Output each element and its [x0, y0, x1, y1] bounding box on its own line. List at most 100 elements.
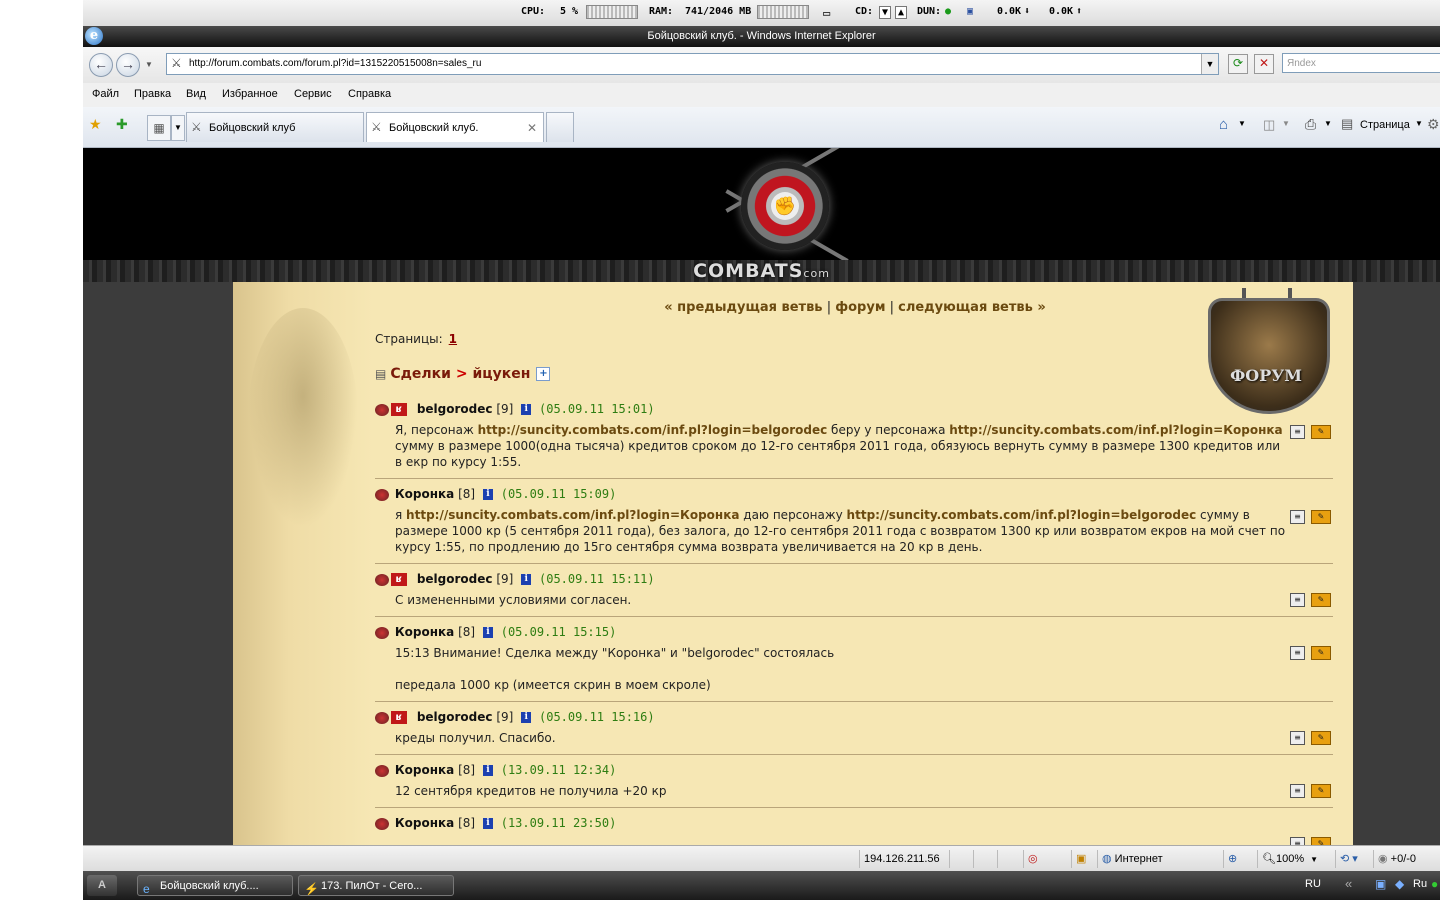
stop-button[interactable]: ✕	[1254, 54, 1274, 74]
forum-link[interactable]: форум	[835, 300, 885, 315]
dun-label: DUN:	[917, 6, 942, 17]
prev-thread-link[interactable]: « предыдущая ветвь	[664, 300, 822, 315]
quote-icon[interactable]: ≡	[1290, 645, 1305, 660]
language-indicator[interactable]: RU	[1305, 878, 1321, 890]
start-button[interactable]: A	[87, 875, 117, 896]
reply-icon[interactable]: ✎	[1311, 645, 1331, 660]
clan-icon	[375, 711, 389, 724]
menu-file[interactable]: Файл	[92, 88, 119, 100]
print-dropdown-icon[interactable]: ▼	[1324, 119, 1332, 128]
quote-icon[interactable]: ≡	[1290, 836, 1305, 845]
user-info-icon[interactable]: i	[521, 574, 532, 585]
user-info-icon[interactable]: i	[521, 404, 532, 415]
zoom-control[interactable]: 🔍︎100% ▼	[1257, 850, 1324, 868]
user-info-icon[interactable]: i	[482, 765, 493, 776]
combats-logo[interactable]: ✊	[697, 148, 877, 263]
left-gutter	[83, 282, 233, 845]
page-1-link[interactable]: 1	[449, 332, 457, 346]
taskbar-item-ie[interactable]: e Бойцовский клуб....	[137, 875, 293, 896]
post-author[interactable]: belgorodec	[417, 710, 493, 724]
zoom-dropdown-icon[interactable]: ▼	[1310, 855, 1318, 864]
tab-list-dropdown[interactable]: ▼	[171, 115, 185, 141]
quote-icon[interactable]: ≡	[1290, 730, 1305, 745]
expand-icon[interactable]: +	[536, 367, 551, 381]
page-menu-button[interactable]: Страница	[1360, 119, 1410, 131]
quote-icon[interactable]: ≡	[1290, 592, 1305, 607]
post-author[interactable]: belgorodec	[417, 402, 493, 416]
menu-edit[interactable]: Правка	[134, 88, 171, 100]
user-info-icon[interactable]: i	[521, 712, 532, 723]
tray-expand-icon[interactable]: «	[1345, 876, 1352, 891]
tab-2-active[interactable]: ⚔ Бойцовский клуб. ✕	[366, 112, 544, 142]
cd-up-button[interactable]: ▲	[895, 6, 908, 19]
forward-button[interactable]: →	[116, 53, 140, 77]
add-favorite-icon[interactable]: ✚	[116, 116, 128, 133]
user-info-icon[interactable]: i	[482, 627, 493, 638]
ie-icon: e	[143, 882, 150, 896]
post-author[interactable]: belgorodec	[417, 572, 493, 586]
user-info-icon[interactable]: i	[482, 818, 493, 829]
upload-arrow-icon: ⬆	[1076, 6, 1083, 17]
user-info-icon[interactable]: i	[482, 489, 493, 500]
quote-icon[interactable]: ≡	[1290, 509, 1305, 524]
favorites-star-icon[interactable]: ★	[89, 116, 102, 133]
back-button[interactable]: ←	[89, 53, 113, 77]
player-icon: ⚡	[304, 882, 319, 896]
refresh-button[interactable]: ⟳	[1228, 54, 1248, 74]
tools-gear-icon[interactable]: ⚙	[1427, 116, 1440, 133]
menu-tools[interactable]: Сервис	[294, 88, 332, 100]
history-dropdown-icon[interactable]: ▼	[145, 60, 153, 69]
search-input[interactable]: Яndex	[1282, 53, 1440, 73]
reply-icon[interactable]: ✎	[1311, 424, 1331, 439]
reply-icon[interactable]: ✎	[1311, 509, 1331, 524]
tab-bar: ★ ✚ ▦ ▼ ⚔ Бойцовский клуб ⚔ Бойцовский к…	[83, 107, 1440, 148]
addon-icon[interactable]: ⟲ ▾	[1335, 850, 1370, 868]
home-icon[interactable]: ⌂	[1219, 116, 1228, 133]
menu-help[interactable]: Справка	[348, 88, 391, 100]
page-dropdown-icon[interactable]: ▼	[1415, 119, 1423, 128]
menu-favorites[interactable]: Избранное	[222, 88, 278, 100]
zoom-level: 100%	[1275, 853, 1305, 865]
reply-icon[interactable]: ✎	[1311, 592, 1331, 607]
feather-decoration	[248, 308, 358, 528]
next-thread-link[interactable]: следующая ветвь »	[898, 300, 1046, 315]
profile-link[interactable]: http://suncity.combats.com/inf.pl?login=…	[478, 423, 828, 437]
feeds-icon[interactable]: ◫	[1263, 117, 1275, 133]
close-tab-icon[interactable]: ✕	[527, 121, 537, 135]
new-tab-button[interactable]	[546, 112, 574, 142]
address-bar[interactable]: ⚔ http://forum.combats.com/forum.pl?id=1…	[166, 53, 1219, 75]
post-author[interactable]: Коронка	[395, 763, 454, 777]
breadcrumb-arrow: >	[455, 366, 468, 382]
reply-icon[interactable]: ✎	[1311, 836, 1331, 845]
quote-icon[interactable]: ≡	[1290, 783, 1305, 798]
profile-link[interactable]: http://suncity.combats.com/inf.pl?login=…	[406, 508, 739, 522]
menu-view[interactable]: Вид	[186, 88, 206, 100]
cd-down-button[interactable]: ▼	[879, 6, 892, 19]
keyboard-layout[interactable]: Ru	[1413, 878, 1427, 890]
reply-icon[interactable]: ✎	[1311, 783, 1331, 798]
post-author[interactable]: Коронка	[395, 625, 454, 639]
post-date: (05.09.11 15:09)	[500, 487, 617, 501]
home-dropdown-icon[interactable]: ▼	[1238, 119, 1246, 128]
author-level: [8]	[458, 625, 476, 639]
status-tray-icon[interactable]: ●	[1431, 877, 1438, 891]
feeds-dropdown-icon[interactable]: ▼	[1282, 119, 1290, 128]
address-dropdown-icon[interactable]: ▼	[1201, 54, 1218, 74]
privacy-icon[interactable]: ◎	[1023, 850, 1050, 868]
quote-icon[interactable]: ≡	[1290, 424, 1305, 439]
network-tray-icon[interactable]: ▣	[1375, 877, 1386, 891]
quick-tabs-button[interactable]: ▦	[147, 115, 171, 141]
breadcrumb-section[interactable]: Сделки	[390, 366, 451, 382]
brand-name: COMBATScom	[83, 260, 1440, 282]
profile-link[interactable]: http://suncity.combats.com/inf.pl?login=…	[847, 508, 1197, 522]
taskbar-item-player[interactable]: ⚡ 173. ПилОт - Сего...	[298, 875, 454, 896]
shield-tray-icon[interactable]: ◆	[1395, 877, 1404, 891]
post-author[interactable]: Коронка	[395, 816, 454, 830]
post-body: я http://suncity.combats.com/inf.pl?logi…	[395, 507, 1295, 555]
post-author[interactable]: Коронка	[395, 487, 454, 501]
profile-link[interactable]: http://suncity.combats.com/inf.pl?login=…	[949, 423, 1282, 437]
cpu-value: 5 %	[560, 6, 579, 17]
reply-icon[interactable]: ✎	[1311, 730, 1331, 745]
print-icon[interactable]: ⎙	[1305, 116, 1316, 133]
tab-1[interactable]: ⚔ Бойцовский клуб	[186, 112, 364, 142]
